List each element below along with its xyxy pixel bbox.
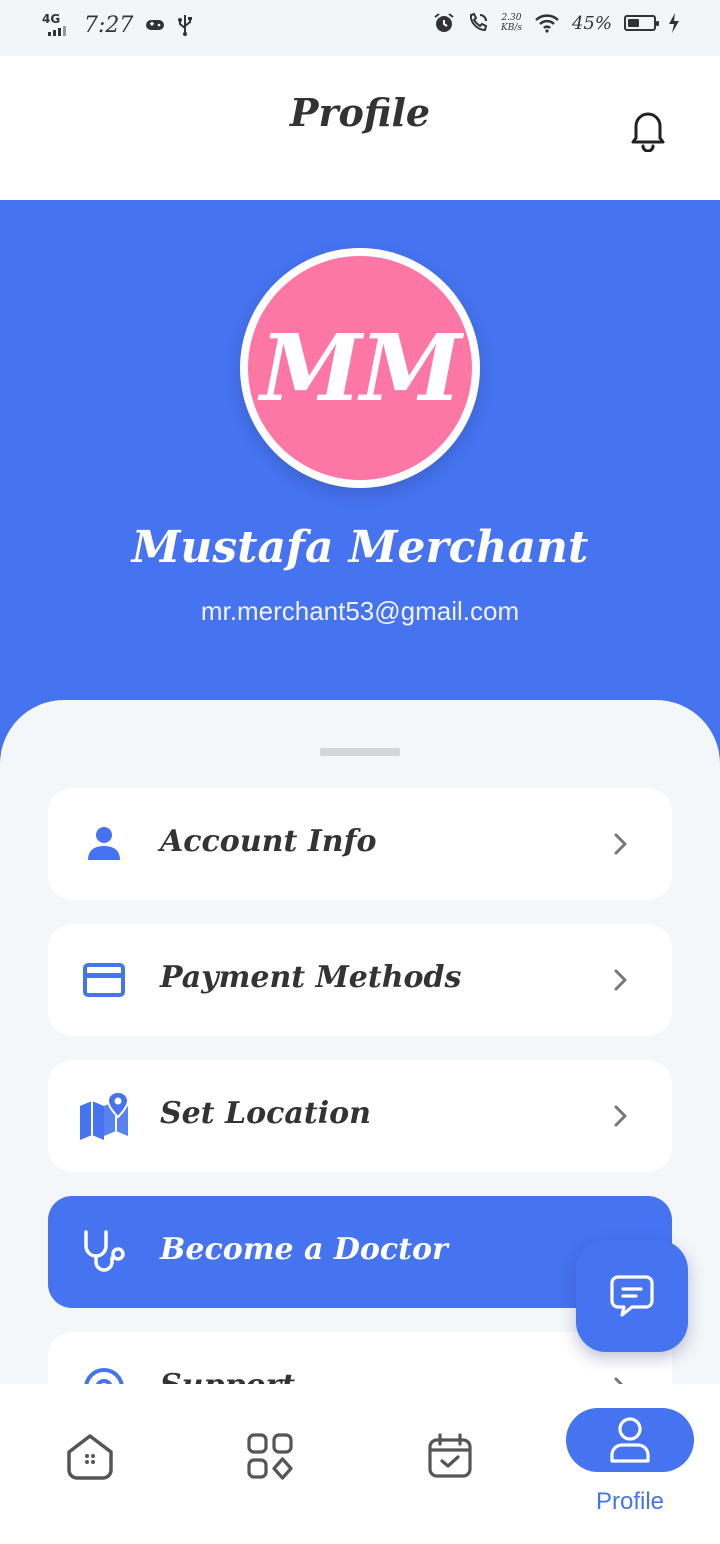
status-bar: 4G 7:27 2.30 KB/s 45%: [0, 0, 720, 56]
page-title: Profile: [289, 90, 431, 135]
chat-button[interactable]: [576, 1240, 688, 1352]
bottom-navigation: Profile: [0, 1384, 720, 1544]
credit-card-icon: [78, 954, 130, 1006]
menu-item-label: Become a Doctor: [160, 1232, 448, 1267]
nav-appointments[interactable]: [405, 1424, 495, 1488]
app-bar: Profile: [0, 56, 720, 200]
menu-item-label: Payment Methods: [160, 960, 462, 995]
nav-profile-label[interactable]: Profile: [560, 1488, 700, 1516]
menu-item-set-location[interactable]: Set Location: [48, 1060, 672, 1172]
network-type: 4G: [42, 12, 61, 26]
chat-bubble-icon: [610, 1275, 654, 1317]
network-speed-unit: KB/s: [500, 23, 522, 33]
profile-name: Mustafa Merchant: [131, 522, 589, 573]
stethoscope-icon: [78, 1226, 130, 1278]
calendar-icon: [428, 1433, 472, 1478]
nav-categories[interactable]: [225, 1424, 315, 1488]
battery-icon: [624, 15, 659, 31]
usb-icon: [178, 15, 193, 36]
nav-profile[interactable]: [566, 1408, 694, 1472]
person-icon: [78, 818, 130, 870]
profile-email: mr.merchant53@gmail.com: [200, 596, 520, 626]
network-speed-value: 2.30: [501, 13, 522, 23]
map-pin-icon: [78, 1090, 130, 1142]
chevron-right-icon: [614, 833, 627, 855]
categories-icon: [247, 1433, 293, 1480]
profile-icon: [610, 1417, 650, 1463]
menu-item-label: Set Location: [160, 1096, 371, 1131]
chevron-right-icon: [614, 969, 627, 991]
notification-bell-icon[interactable]: [626, 106, 670, 152]
nav-home[interactable]: [45, 1424, 135, 1488]
avatar-initials: MM: [248, 256, 472, 480]
game-controller-icon: [146, 20, 165, 30]
wifi-calling-icon: [469, 12, 488, 32]
home-icon: [67, 1434, 113, 1480]
status-bar-right: 2.30 KB/s 45%: [433, 12, 680, 34]
battery-level: [628, 19, 639, 27]
chevron-right-icon: [614, 1105, 627, 1127]
network-speed: 2.30 KB/s: [501, 13, 522, 33]
battery-percent: 45%: [571, 12, 612, 34]
avatar[interactable]: MM: [240, 248, 480, 488]
status-bar-left: 4G 7:27: [42, 12, 193, 38]
menu-item-label: Account Info: [160, 824, 377, 859]
menu-item-account-info[interactable]: Account Info: [48, 788, 672, 900]
wifi-icon: [535, 14, 559, 33]
signal-icon: [48, 26, 66, 36]
status-time: 7:27: [84, 12, 134, 38]
alarm-icon: [434, 13, 454, 32]
charging-icon: [669, 13, 679, 33]
sheet-handle[interactable]: [320, 748, 400, 756]
menu-item-payment-methods[interactable]: Payment Methods: [48, 924, 672, 1036]
network-indicator: 4G: [42, 12, 72, 38]
